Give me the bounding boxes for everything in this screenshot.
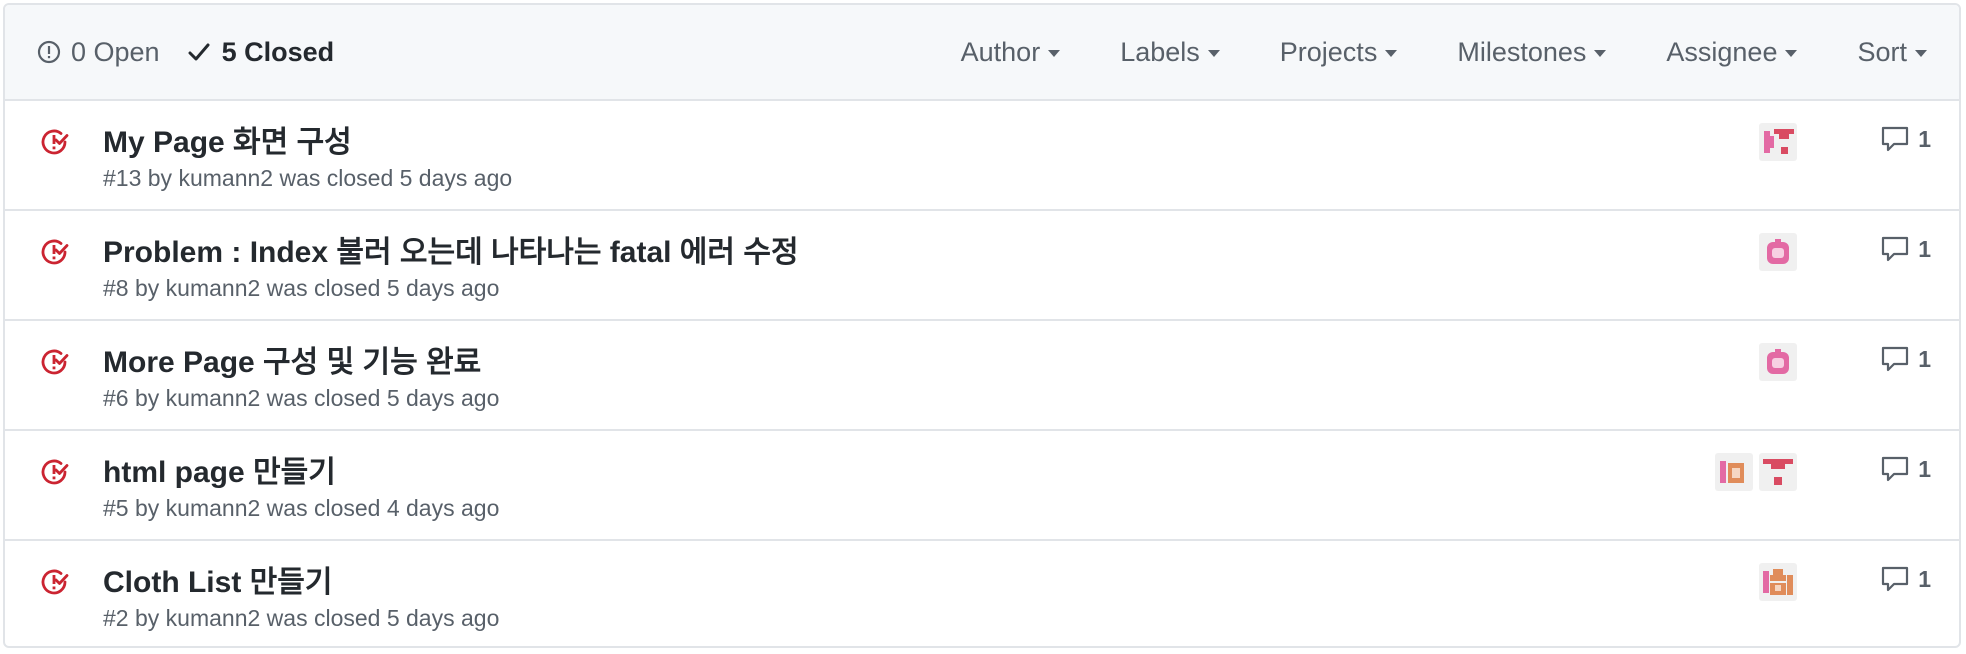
assignee-avatars bbox=[1715, 453, 1797, 491]
issue-meta: #6 by kumann2 was closed 5 days ago bbox=[103, 385, 500, 411]
author-filter[interactable]: Author bbox=[961, 37, 1061, 68]
triangle-down-icon bbox=[1785, 50, 1798, 57]
avatar[interactable] bbox=[1759, 453, 1797, 491]
comment-icon bbox=[1882, 236, 1909, 262]
avatar[interactable] bbox=[1759, 563, 1797, 601]
triangle-down-icon bbox=[1207, 50, 1220, 57]
issue-row: More Page 구성 및 기능 완료 #6 by kumann2 was c… bbox=[5, 321, 1959, 431]
assignee-avatars bbox=[1759, 233, 1797, 271]
triangle-down-icon bbox=[1594, 50, 1607, 57]
issue-meta: #8 by kumann2 was closed 5 days ago bbox=[103, 275, 500, 301]
issue-title-link[interactable]: More Page 구성 및 기능 완료 bbox=[103, 337, 481, 381]
open-issues-label: 0 Open bbox=[71, 36, 160, 67]
comment-icon bbox=[1882, 346, 1909, 372]
issue-closed-icon bbox=[41, 569, 69, 595]
labels-filter[interactable]: Labels bbox=[1120, 37, 1220, 68]
filter-bar: Author Labels Projects Milestones Assign… bbox=[961, 37, 1927, 68]
avatar[interactable] bbox=[1759, 343, 1797, 381]
issue-title-link[interactable]: Cloth List 만들기 bbox=[103, 557, 332, 601]
triangle-down-icon bbox=[1385, 50, 1398, 57]
comment-count: 1 bbox=[1918, 455, 1931, 482]
issue-meta: #2 by kumann2 was closed 5 days ago bbox=[103, 605, 500, 631]
triangle-down-icon bbox=[1048, 50, 1061, 57]
state-toggles: 0 Open 5 Closed bbox=[37, 37, 334, 68]
comments-link[interactable]: 1 bbox=[1880, 345, 1931, 373]
issue-row: Problem : Index 불러 오는데 나타나는 fatal 에러 수정 … bbox=[5, 211, 1959, 321]
projects-filter-label: Projects bbox=[1279, 36, 1378, 67]
assignee-filter[interactable]: Assignee bbox=[1666, 36, 1798, 68]
closed-issues-link[interactable]: 5 Closed bbox=[188, 36, 335, 68]
assignee-avatars bbox=[1759, 123, 1797, 161]
comment-icon bbox=[1882, 566, 1909, 592]
issue-closed-icon bbox=[41, 239, 69, 265]
check-icon bbox=[188, 43, 210, 61]
assignee-filter-label: Assignee bbox=[1666, 36, 1778, 67]
issue-opened-icon bbox=[37, 40, 61, 64]
comments-link[interactable]: 1 bbox=[1880, 455, 1931, 483]
comment-icon bbox=[1882, 126, 1909, 152]
issues-list-box: 0 Open 5 Closed Author Labels Projects M… bbox=[3, 3, 1961, 648]
comments-link[interactable]: 1 bbox=[1880, 125, 1931, 153]
sort-filter-label: Sort bbox=[1857, 36, 1907, 67]
comment-count: 1 bbox=[1918, 345, 1931, 372]
comment-icon bbox=[1882, 456, 1909, 482]
issue-meta: #5 by kumann2 was closed 4 days ago bbox=[103, 495, 500, 521]
comments-link[interactable]: 1 bbox=[1880, 565, 1931, 593]
issue-closed-icon bbox=[41, 349, 69, 375]
triangle-down-icon bbox=[1915, 50, 1927, 57]
comment-count: 1 bbox=[1918, 125, 1931, 152]
sort-filter[interactable]: Sort bbox=[1857, 37, 1927, 68]
closed-issues-label: 5 Closed bbox=[221, 36, 335, 67]
issue-row: html page 만들기 #5 by kumann2 was closed 4… bbox=[5, 431, 1959, 541]
milestones-filter[interactable]: Milestones bbox=[1457, 36, 1607, 68]
issue-meta: #13 by kumann2 was closed 5 days ago bbox=[103, 165, 513, 191]
avatar[interactable] bbox=[1759, 233, 1797, 271]
comment-count: 1 bbox=[1918, 565, 1931, 592]
issue-row: Cloth List 만들기 #2 by kumann2 was closed … bbox=[5, 541, 1959, 646]
projects-filter[interactable]: Projects bbox=[1280, 37, 1398, 68]
open-issues-link[interactable]: 0 Open bbox=[37, 37, 160, 68]
author-filter-label: Author bbox=[960, 36, 1041, 67]
issue-row: My Page 화면 구성 #13 by kumann2 was closed … bbox=[5, 101, 1959, 211]
issue-closed-icon bbox=[41, 459, 69, 485]
milestones-filter-label: Milestones bbox=[1457, 36, 1587, 67]
issue-closed-icon bbox=[41, 129, 69, 155]
labels-filter-label: Labels bbox=[1120, 36, 1200, 67]
avatar[interactable] bbox=[1715, 453, 1753, 491]
avatar[interactable] bbox=[1759, 123, 1797, 161]
issue-title-link[interactable]: My Page 화면 구성 bbox=[103, 117, 352, 161]
issue-title-link[interactable]: html page 만들기 bbox=[103, 447, 336, 491]
comment-count: 1 bbox=[1918, 235, 1931, 262]
issue-title-link[interactable]: Problem : Index 불러 오는데 나타나는 fatal 에러 수정 bbox=[103, 227, 799, 271]
assignee-avatars bbox=[1759, 343, 1797, 381]
assignee-avatars bbox=[1759, 563, 1797, 601]
issues-list-header: 0 Open 5 Closed Author Labels Projects M… bbox=[5, 5, 1959, 101]
comments-link[interactable]: 1 bbox=[1880, 235, 1931, 263]
